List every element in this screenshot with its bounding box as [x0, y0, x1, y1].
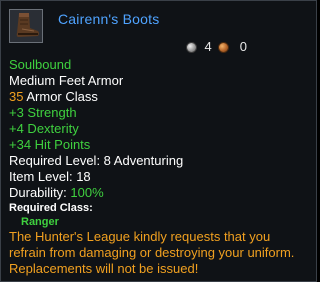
- required-level-label: Required Level:: [9, 153, 104, 168]
- armor-class-line: 35 Armor Class: [9, 89, 310, 105]
- item-icon-frame: [9, 9, 43, 43]
- durability-label: Durability:: [9, 185, 71, 200]
- required-class-value: Ranger: [21, 216, 59, 228]
- item-type: Medium Feet Armor: [9, 73, 124, 88]
- silver-coin-icon: [185, 41, 197, 53]
- required-level-line: Required Level: 8 Adventuring: [9, 153, 310, 169]
- item-name: Cairenn's Boots: [58, 11, 160, 27]
- silver-amount: 4: [204, 39, 212, 54]
- binding-text: Soulbound: [9, 57, 72, 72]
- required-class-label: Required Class:: [9, 202, 93, 214]
- stat-line: +34 Hit Points: [9, 137, 91, 152]
- durability-value: 100%: [70, 185, 104, 200]
- flavor-text: The Hunter's League kindly requests that…: [9, 229, 295, 276]
- item-details: Soulbound Medium Feet Armor 35 Armor Cla…: [9, 57, 310, 277]
- leather-boots-icon: [10, 10, 42, 42]
- copper-amount: 0: [239, 39, 247, 54]
- stat-line: +3 Strength: [9, 105, 77, 120]
- item-tooltip: Cairenn's Boots 4 0 Soulbound Medium Fee…: [0, 0, 317, 282]
- copper-coin-icon: [217, 41, 229, 53]
- durability-line: Durability: 100%: [9, 185, 310, 201]
- required-level-value: 8 Adventuring: [103, 153, 184, 168]
- item-price: 4 0: [185, 39, 247, 55]
- armor-label: Armor Class: [23, 89, 98, 104]
- armor-value: 35: [9, 89, 24, 104]
- item-level-label: Item Level:: [9, 169, 77, 184]
- item-level-line: Item Level: 18: [9, 169, 310, 185]
- stat-line: +4 Dexterity: [9, 121, 79, 136]
- item-level-value: 18: [76, 169, 91, 184]
